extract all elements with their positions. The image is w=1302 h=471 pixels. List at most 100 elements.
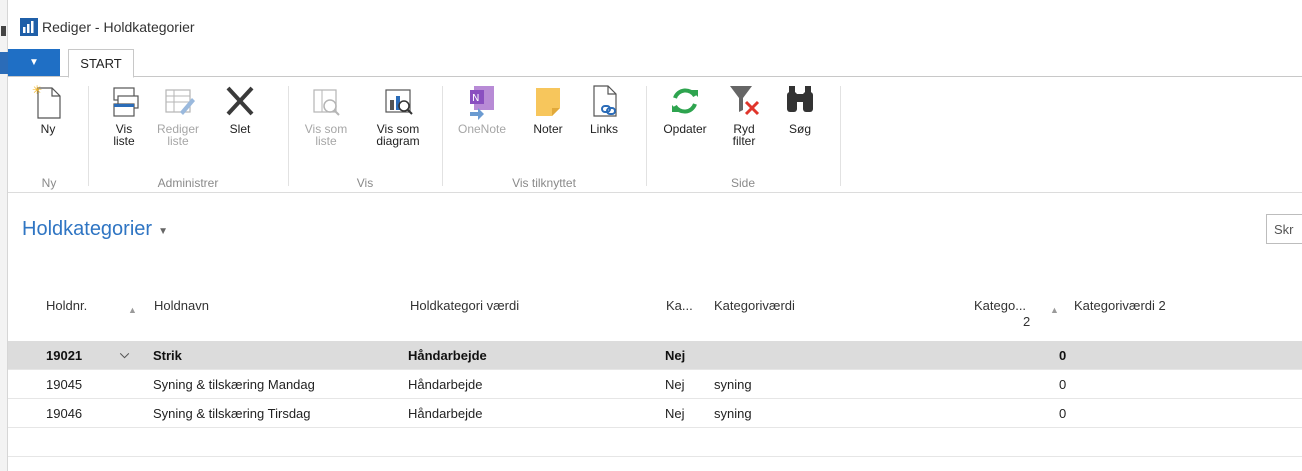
rediger-liste-label: Rediger liste (156, 122, 200, 148)
ribbon-separator (840, 86, 841, 186)
cell-ka: Nej (665, 348, 686, 363)
onenote-icon: N (470, 86, 494, 120)
column-header-kategorivaerdi[interactable]: Kategoriværdi (714, 298, 795, 313)
ny-label: Ny (40, 122, 56, 136)
sog-button[interactable]: Søg (776, 82, 824, 135)
ryd-filter-label: Ryd filter (732, 122, 756, 148)
edit-list-icon (165, 89, 195, 115)
tab-start[interactable]: START (68, 49, 134, 78)
new-document-icon: ✳ (32, 83, 61, 119)
sort-up-icon: ▲ (128, 305, 137, 315)
ribbon-separator (88, 86, 89, 186)
ribbon-separator (442, 86, 443, 186)
cell-katego: 0 (1059, 377, 1067, 392)
opdater-label: Opdater (663, 122, 707, 136)
column-header-holdkategori-vaerdi[interactable]: Holdkategori værdi (410, 298, 519, 313)
window-title: Rediger - Holdkategorier (42, 19, 195, 35)
table-row[interactable]: 19046 Syning & tilskæring Tirsdag Håndar… (8, 399, 1302, 428)
vis-som-liste-button[interactable]: Vis som liste (302, 82, 350, 147)
chevron-down-icon[interactable]: ⌵ (120, 347, 129, 362)
column-header-holdnr[interactable]: Holdnr. (46, 298, 87, 313)
binoculars-icon (787, 86, 813, 112)
table-row[interactable]: 19045 Syning & tilskæring Mandag Håndarb… (8, 370, 1302, 399)
chart-view-icon (385, 89, 413, 115)
app-logo-icon (20, 18, 38, 36)
vis-som-liste-label: Vis som liste (304, 122, 348, 148)
refresh-icon (672, 88, 698, 114)
ribbon-separator (646, 86, 647, 186)
ribbon-group-vis: Vis som liste Vis som diagram Vis (290, 78, 440, 193)
ribbon-group-side: Opdater Ryd filter Søg Side (648, 78, 838, 193)
cell-holdnavn: Strik (153, 348, 182, 363)
column-header-holdnavn[interactable]: Holdnavn (154, 298, 209, 313)
rediger-liste-button[interactable]: Rediger liste (154, 82, 202, 147)
page-title-area[interactable]: Holdkategorier ▼ (22, 218, 168, 241)
empty-table-row (8, 428, 1302, 457)
ny-button[interactable]: ✳ Ny (24, 82, 72, 135)
grid-header: Holdnr. ▲ Holdnavn Holdkategori værdi Ka… (8, 285, 1302, 341)
note-icon (536, 88, 560, 116)
cell-katego: 0 (1059, 406, 1067, 421)
page-title: Holdkategorier (22, 218, 153, 240)
chevron-down-icon: ▼ (158, 226, 168, 238)
onenote-label: OneNote (457, 122, 507, 136)
app-window: Rediger - Holdkategorier ▼ START ✳ Ny Ny (8, 0, 1302, 471)
caret-down-icon: ▼ (29, 57, 39, 68)
cell-holdnr: 19021 (46, 348, 83, 363)
sort-up-icon: ▲ (1050, 305, 1059, 315)
noter-button[interactable]: Noter (524, 82, 572, 135)
search-input[interactable]: Skr (1266, 214, 1302, 244)
slet-button[interactable]: Slet (216, 82, 264, 135)
view-list-icon (113, 87, 139, 117)
ribbon-group-label-vis: Vis (356, 176, 374, 190)
cell-holdnavn: Syning & tilskæring Mandag (153, 377, 315, 392)
title-bar: Rediger - Holdkategorier (8, 0, 1302, 46)
background-window-accent (0, 52, 8, 74)
ryd-filter-button[interactable]: Ryd filter (720, 82, 768, 147)
cell-katego: 0 (1059, 348, 1067, 363)
ribbon-group-vis-tilknyttet: N OneNote Noter Links Vis tilknyttet (444, 78, 644, 193)
vis-liste-button[interactable]: Vis liste (100, 82, 148, 147)
ribbon-group-ny: ✳ Ny Ny (12, 78, 86, 193)
clear-filter-icon (730, 86, 760, 116)
ribbon-separator (288, 86, 289, 186)
onenote-button[interactable]: N OneNote (454, 82, 510, 135)
svg-text:✳: ✳ (32, 83, 42, 97)
delete-x-icon (226, 86, 254, 116)
cell-holdnavn: Syning & tilskæring Tirsdag (153, 406, 311, 421)
background-window-strip (0, 0, 8, 471)
slet-label: Slet (229, 122, 251, 136)
background-window-mark (1, 26, 6, 36)
ribbon-group-label-vis-tilknyttet: Vis tilknyttet (512, 176, 576, 190)
link-document-icon (593, 85, 617, 117)
cell-holdkategori: Håndarbejde (408, 406, 483, 421)
column-header-katego[interactable]: Katego... (974, 298, 1026, 313)
opdater-button[interactable]: Opdater (658, 82, 712, 135)
ribbon-tab-row: ▼ START (8, 49, 1302, 78)
vis-som-diagram-button[interactable]: Vis som diagram (368, 82, 428, 147)
cell-kategorivaerdi: syning (714, 377, 752, 392)
cell-kategorivaerdi: syning (714, 406, 752, 421)
cell-holdkategori: Håndarbejde (408, 348, 487, 363)
cell-ka: Nej (665, 406, 685, 421)
cell-holdkategori: Håndarbejde (408, 377, 483, 392)
column-header-ka[interactable]: Ka... (666, 298, 693, 313)
ribbon: ✳ Ny Ny Vis liste Rediger liste Slet Adm… (8, 78, 1302, 193)
cell-ka: Nej (665, 377, 685, 392)
sog-label: Søg (788, 122, 811, 136)
list-view-icon (313, 89, 340, 116)
file-menu-button[interactable]: ▼ (8, 49, 60, 76)
data-grid: Holdnr. ▲ Holdnavn Holdkategori værdi Ka… (8, 285, 1302, 457)
ribbon-group-label-ny: Ny (41, 176, 57, 190)
ribbon-group-administrer: Vis liste Rediger liste Slet Administrer (90, 78, 286, 193)
table-row[interactable]: 19021 ⌵ Strik Håndarbejde Nej 0 (8, 341, 1302, 370)
links-button[interactable]: Links (580, 82, 628, 135)
cell-holdnr: 19046 (46, 406, 83, 421)
column-header-katego-line2: 2 (1023, 314, 1031, 329)
noter-label: Noter (533, 122, 563, 136)
vis-liste-label: Vis liste (113, 122, 135, 148)
ribbon-group-label-administrer: Administrer (157, 176, 219, 190)
links-label: Links (589, 122, 618, 136)
cell-holdnr: 19045 (46, 377, 83, 392)
column-header-kategorivaerdi-2[interactable]: Kategoriværdi 2 (1074, 298, 1166, 313)
